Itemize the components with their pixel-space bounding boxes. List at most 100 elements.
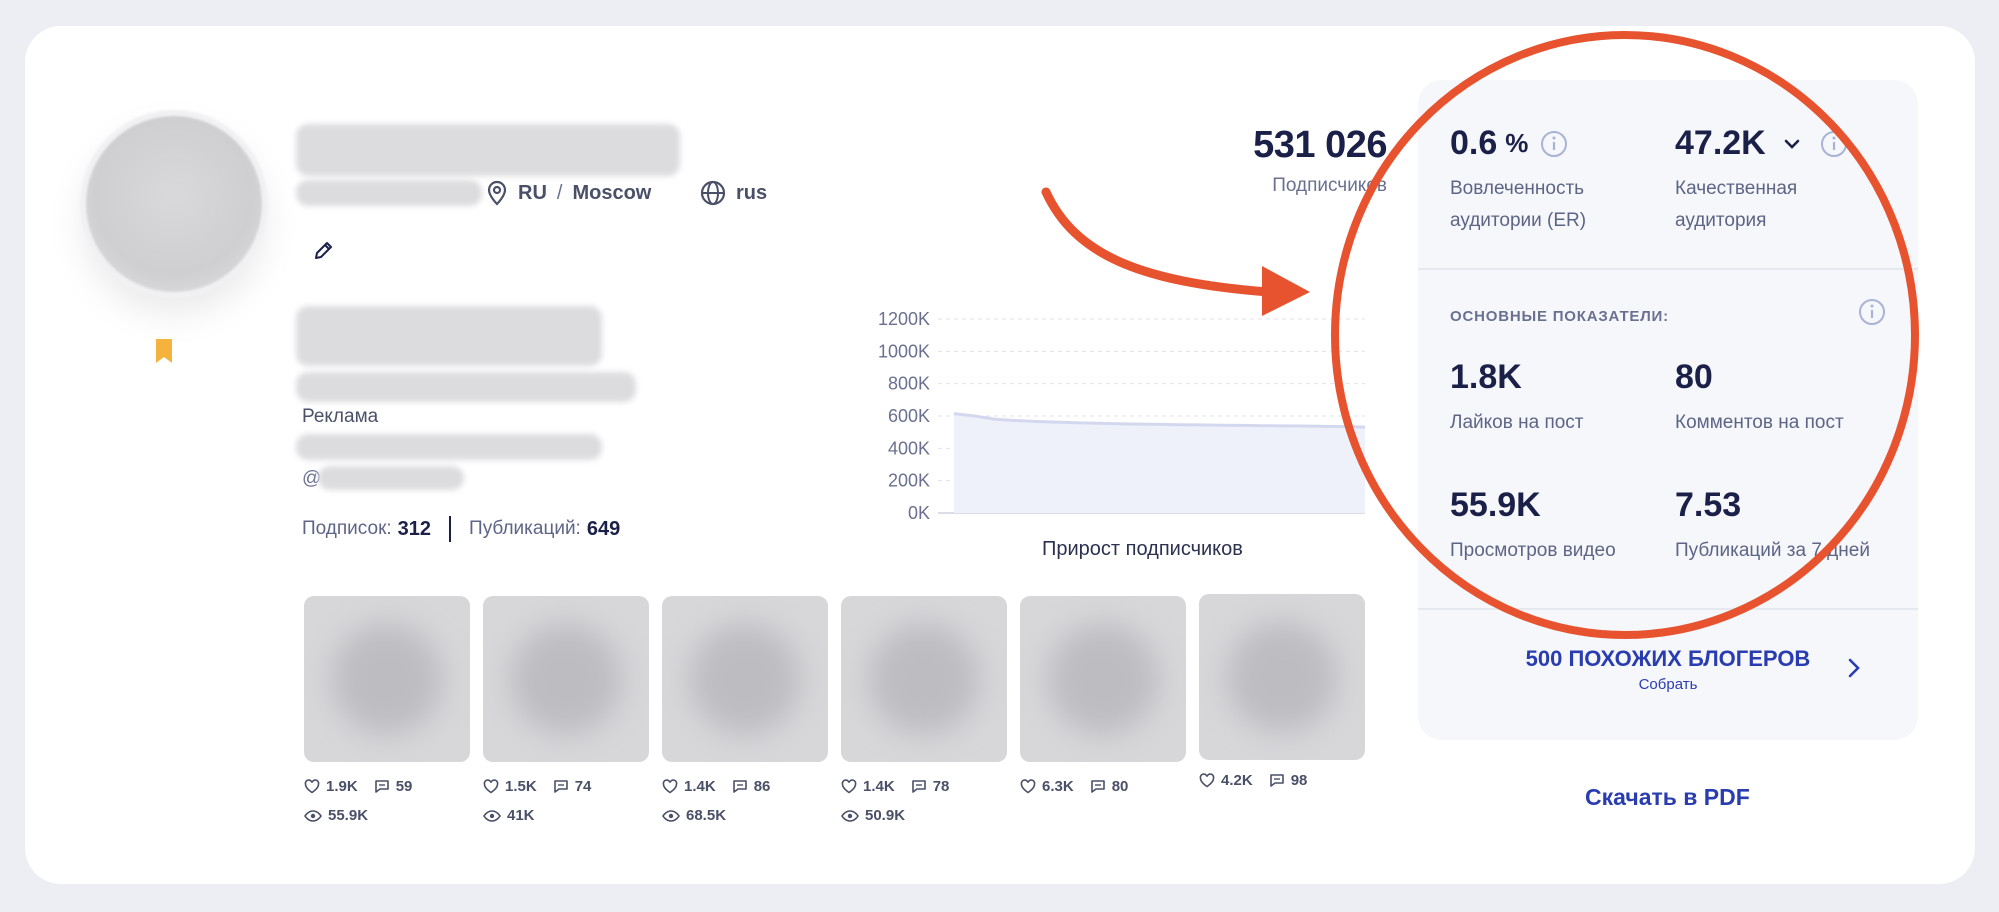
eye-icon bbox=[304, 809, 322, 822]
post-likes: 1.4K bbox=[684, 778, 716, 795]
comment-icon bbox=[553, 780, 568, 793]
post-comments: 78 bbox=[932, 778, 950, 795]
post-views: 55.9K bbox=[328, 807, 369, 824]
quality-value: 47.2K bbox=[1675, 124, 1766, 162]
chevron-down-icon[interactable] bbox=[1782, 137, 1802, 151]
post-likes: 1.4K bbox=[863, 778, 895, 795]
posts-value: 649 bbox=[586, 517, 621, 540]
comments-per-post-metric: 80 Комментов на пост bbox=[1675, 358, 1844, 439]
username-blurred bbox=[296, 180, 482, 206]
language: rus bbox=[700, 180, 767, 206]
post-stats: 6.3K 80 bbox=[1020, 778, 1186, 795]
comment-icon bbox=[732, 780, 747, 793]
post-image[interactable] bbox=[1020, 596, 1186, 762]
location: RU / Moscow bbox=[486, 180, 651, 206]
quality-audience-metric: 47.2K Качественная аудитория bbox=[1675, 124, 1848, 237]
following-value: 312 bbox=[397, 517, 432, 540]
quality-label-line2: аудитория bbox=[1675, 210, 1767, 231]
post-stats: 4.2K 98 bbox=[1199, 772, 1365, 789]
followers-count: 531 026 bbox=[1253, 124, 1387, 166]
post-comments: 74 bbox=[574, 778, 592, 795]
comment-icon bbox=[911, 780, 926, 793]
eye-icon bbox=[841, 809, 859, 822]
similar-bloggers-button[interactable]: 500 ПОХОЖИХ БЛОГЕРОВ Собрать bbox=[1518, 646, 1818, 693]
er-value: 0.6 bbox=[1450, 124, 1498, 162]
likes-label: Лайков на пост bbox=[1450, 412, 1584, 433]
post-stats: 1.4K 78 bbox=[841, 778, 1007, 795]
country: RU bbox=[518, 181, 547, 204]
chart-y-tick-label: 1200K bbox=[878, 309, 930, 329]
post-comments: 98 bbox=[1290, 772, 1308, 789]
post-thumbnail[interactable]: 1.5K 74 41K bbox=[483, 596, 649, 824]
post-image[interactable] bbox=[483, 596, 649, 762]
followers-block: 531 026 Подписчиков bbox=[1253, 124, 1387, 197]
following-label: Подписок: bbox=[302, 518, 392, 539]
post-views: 41K bbox=[507, 807, 535, 824]
posts-per-week-metric: 7.53 Публикаций за 7 дней bbox=[1675, 486, 1870, 567]
post-stats: 1.5K 74 bbox=[483, 778, 649, 795]
post-thumbnails: 1.9K 59 55.9K 1.5K 74 41K 1.4K 86 68.5K 1.4K 78 50.… bbox=[304, 594, 1365, 824]
language-value: rus bbox=[736, 181, 768, 204]
download-pdf-link[interactable]: Скачать в PDF bbox=[1585, 784, 1750, 811]
location-separator: / bbox=[556, 181, 563, 204]
bio-line-blurred bbox=[296, 372, 636, 402]
heart-icon bbox=[483, 779, 499, 794]
chevron-right-icon[interactable] bbox=[1846, 656, 1862, 680]
chart-svg: 1200K 1000K 800K 600K 400K 200K 0K bbox=[878, 309, 1366, 523]
post-views-row: 55.9K bbox=[304, 807, 470, 824]
profile-counters: Подписок: 312 Публикаций: 649 bbox=[302, 516, 620, 542]
er-label-line2: аудитории (ER) bbox=[1450, 210, 1587, 231]
post-image[interactable] bbox=[662, 596, 828, 762]
section-title: ОСНОВНЫЕ ПОКАЗАТЕЛИ: bbox=[1450, 308, 1669, 325]
comment-icon bbox=[1269, 774, 1284, 787]
chart-area bbox=[954, 413, 1365, 513]
similar-title: 500 ПОХОЖИХ БЛОГЕРОВ bbox=[1525, 646, 1811, 671]
chart-y-tick-label: 600K bbox=[888, 406, 930, 426]
ad-label: Реклама bbox=[302, 406, 379, 427]
info-icon[interactable] bbox=[1858, 298, 1886, 326]
edit-pencil-icon[interactable] bbox=[312, 240, 334, 262]
post-likes: 1.5K bbox=[505, 778, 537, 795]
comment-icon bbox=[1090, 780, 1105, 793]
chart-y-tick-label: 400K bbox=[888, 438, 930, 458]
handle-blurred bbox=[318, 466, 464, 490]
post-views: 68.5K bbox=[686, 807, 727, 824]
info-icon[interactable] bbox=[1820, 130, 1848, 158]
eye-icon bbox=[662, 809, 680, 822]
heart-icon bbox=[304, 779, 320, 794]
comments-value: 80 bbox=[1675, 358, 1713, 396]
post-thumbnail[interactable]: 6.3K 80 bbox=[1020, 596, 1186, 824]
heart-icon bbox=[841, 779, 857, 794]
post-views-row: 68.5K bbox=[662, 807, 828, 824]
likes-per-post-metric: 1.8K Лайков на пост bbox=[1450, 358, 1584, 439]
avatar bbox=[86, 116, 262, 292]
post-image[interactable] bbox=[841, 596, 1007, 762]
post-likes: 1.9K bbox=[326, 778, 358, 795]
post-thumbnail[interactable]: 1.4K 78 50.9K bbox=[841, 596, 1007, 824]
post-comments: 59 bbox=[395, 778, 413, 795]
post-image[interactable] bbox=[1199, 594, 1365, 760]
post-views: 50.9K bbox=[865, 807, 906, 824]
chart-y-tick-label: 1000K bbox=[878, 341, 930, 361]
post-stats: 1.9K 59 bbox=[304, 778, 470, 795]
views-label: Просмотров видео bbox=[1450, 540, 1616, 561]
blogger-name-blurred bbox=[296, 124, 680, 176]
info-icon[interactable] bbox=[1540, 130, 1568, 158]
post-thumbnail[interactable]: 1.9K 59 55.9K bbox=[304, 596, 470, 824]
post-thumbnail[interactable]: 4.2K 98 bbox=[1199, 594, 1365, 824]
pubs-value: 7.53 bbox=[1675, 486, 1742, 524]
similar-subtitle: Собрать bbox=[1638, 676, 1698, 693]
globe-icon bbox=[700, 180, 726, 206]
post-comments: 86 bbox=[753, 778, 771, 795]
comments-label: Комментов на пост bbox=[1675, 412, 1844, 433]
panel-divider bbox=[1418, 608, 1918, 610]
post-image[interactable] bbox=[304, 596, 470, 762]
views-value: 55.9K bbox=[1450, 486, 1541, 524]
chart-title: Прирост подписчиков bbox=[1042, 538, 1243, 560]
city: Moscow bbox=[572, 181, 652, 204]
video-views-metric: 55.9K Просмотров видео bbox=[1450, 486, 1616, 567]
bookmark-icon[interactable] bbox=[154, 338, 174, 364]
post-thumbnail[interactable]: 1.4K 86 68.5K bbox=[662, 596, 828, 824]
post-views-row: 50.9K bbox=[841, 807, 1007, 824]
counter-divider bbox=[449, 516, 452, 542]
